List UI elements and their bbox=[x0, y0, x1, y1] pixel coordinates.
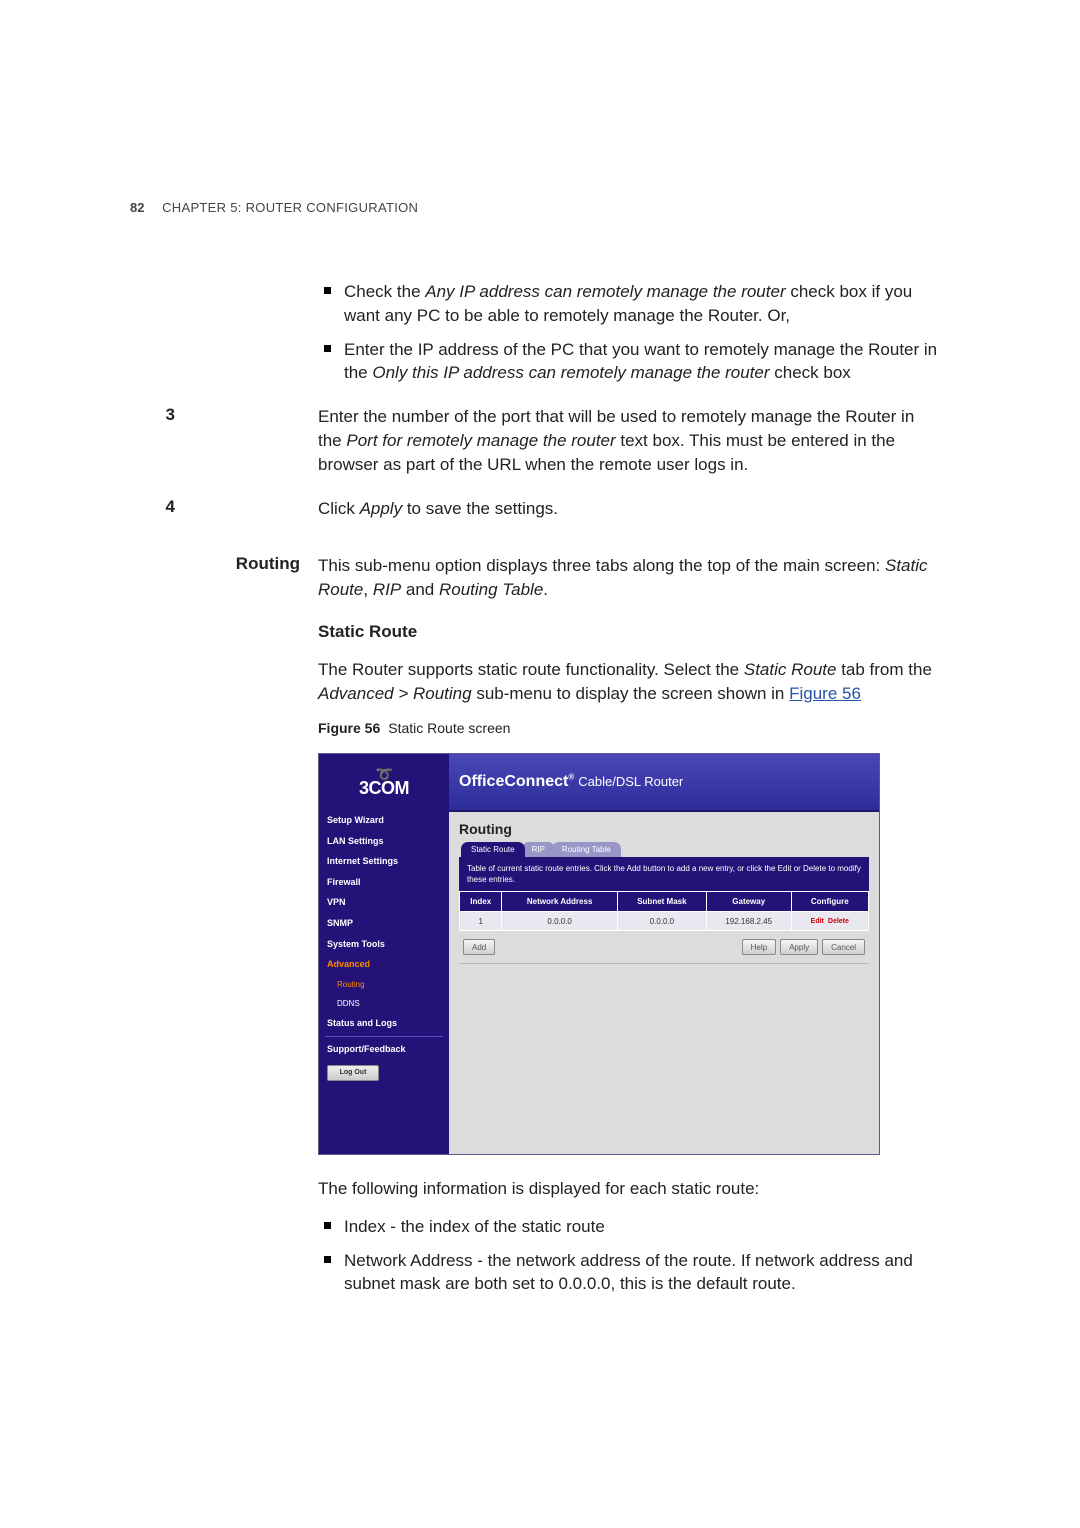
apply-button[interactable]: Apply bbox=[780, 939, 818, 955]
tab-routing-table[interactable]: Routing Table bbox=[552, 842, 621, 857]
cell-index: 1 bbox=[460, 912, 502, 931]
sidebar-item-setup-wizard[interactable]: Setup Wizard bbox=[319, 810, 449, 831]
brand-logo: ➰ 3COM bbox=[319, 754, 449, 810]
panel-fill bbox=[459, 963, 869, 964]
sidebar-item-support[interactable]: Support/Feedback bbox=[319, 1039, 449, 1060]
figure-56-screenshot: ➰ 3COM Setup Wizard LAN Settings Interne… bbox=[318, 753, 880, 1155]
th-index: Index bbox=[460, 892, 502, 912]
list-item: Check the Any IP address can remotely ma… bbox=[318, 280, 940, 328]
routing-intro: This sub-menu option displays three tabs… bbox=[318, 554, 940, 602]
sidebar-item-system-tools[interactable]: System Tools bbox=[319, 934, 449, 955]
edit-link[interactable]: Edit bbox=[811, 918, 824, 925]
th-gateway: Gateway bbox=[706, 892, 791, 912]
th-configure: Configure bbox=[791, 892, 868, 912]
th-subnet-mask: Subnet Mask bbox=[617, 892, 706, 912]
list-item: Index - the index of the static route bbox=[318, 1215, 940, 1239]
label-blank bbox=[185, 280, 318, 399]
cell-gateway: 192.168.2.45 bbox=[706, 912, 791, 931]
sidebar-item-snmp[interactable]: SNMP bbox=[319, 913, 449, 934]
static-route-heading: Static Route bbox=[318, 620, 940, 644]
static-route-table: Index Network Address Subnet Mask Gatewa… bbox=[459, 891, 869, 931]
th-network-address: Network Address bbox=[502, 892, 617, 912]
cell-network-address: 0.0.0.0 bbox=[502, 912, 617, 931]
step-number-3: 3 bbox=[130, 405, 185, 490]
tab-bar: Static Route RIP Routing Table bbox=[461, 842, 869, 857]
sidebar-item-ddns[interactable]: DDNS bbox=[319, 994, 449, 1013]
main-panel: OfficeConnect® Cable/DSL Router Routing … bbox=[449, 754, 879, 1154]
static-route-para: The Router supports static route functio… bbox=[318, 658, 940, 706]
sidebar-item-firewall[interactable]: Firewall bbox=[319, 872, 449, 893]
sidebar-item-internet-settings[interactable]: Internet Settings bbox=[319, 851, 449, 872]
section-label-routing: Routing bbox=[185, 554, 318, 1310]
step-number-4: 4 bbox=[130, 497, 185, 535]
content-panel: Routing Static Route RIP Routing Table T… bbox=[449, 812, 879, 1154]
product-name: OfficeConnect® bbox=[459, 771, 574, 793]
cancel-button[interactable]: Cancel bbox=[822, 939, 865, 955]
sidebar: ➰ 3COM Setup Wizard LAN Settings Interne… bbox=[319, 754, 449, 1154]
help-button[interactable]: Help bbox=[742, 939, 776, 955]
chapter-label: CHAPTER 5: ROUTER CONFIGURATION bbox=[162, 200, 418, 215]
figure-link-56[interactable]: Figure 56 bbox=[789, 684, 861, 703]
sidebar-divider bbox=[325, 1036, 443, 1037]
cell-subnet-mask: 0.0.0.0 bbox=[617, 912, 706, 931]
app-header: OfficeConnect® Cable/DSL Router bbox=[449, 754, 879, 812]
sidebar-item-routing[interactable]: Routing bbox=[319, 975, 449, 994]
step-4-text: Click Apply to save the settings. bbox=[318, 497, 940, 521]
tab-static-route[interactable]: Static Route bbox=[461, 842, 525, 857]
panel-description: Table of current static route entries. C… bbox=[459, 857, 869, 891]
delete-link[interactable]: Delete bbox=[828, 918, 849, 925]
add-button[interactable]: Add bbox=[463, 939, 495, 955]
panel-title: Routing bbox=[459, 820, 869, 840]
product-subtitle: Cable/DSL Router bbox=[578, 773, 683, 791]
ordinal-blank bbox=[130, 280, 185, 399]
bullet-list-route-info: Index - the index of the static route Ne… bbox=[318, 1215, 940, 1296]
logout-button[interactable]: Log Out bbox=[327, 1065, 379, 1081]
button-row: Add Help Apply Cancel bbox=[459, 931, 869, 963]
sidebar-item-lan-settings[interactable]: LAN Settings bbox=[319, 831, 449, 852]
table-row: 1 0.0.0.0 0.0.0.0 192.168.2.45 Edit Delet… bbox=[460, 912, 869, 931]
list-item: Network Address - the network address of… bbox=[318, 1249, 940, 1297]
figure-caption: Figure 56Static Route screen bbox=[318, 719, 940, 739]
page-number: 82 bbox=[130, 200, 144, 215]
button-group-right: Help Apply Cancel bbox=[742, 939, 865, 955]
cell-configure: Edit Delete bbox=[791, 912, 868, 931]
running-header: 82 CHAPTER 5: ROUTER CONFIGURATION bbox=[130, 200, 418, 215]
bullet-list-remote: Check the Any IP address can remotely ma… bbox=[318, 280, 940, 385]
after-figure-text: The following information is displayed f… bbox=[318, 1177, 940, 1201]
sidebar-item-status[interactable]: Status and Logs bbox=[319, 1013, 449, 1034]
sidebar-item-vpn[interactable]: VPN bbox=[319, 892, 449, 913]
tab-rip[interactable]: RIP bbox=[522, 842, 555, 857]
sidebar-item-advanced[interactable]: Advanced bbox=[319, 954, 449, 975]
step-3-text: Enter the number of the port that will b… bbox=[318, 405, 940, 476]
list-item: Enter the IP address of the PC that you … bbox=[318, 338, 940, 386]
